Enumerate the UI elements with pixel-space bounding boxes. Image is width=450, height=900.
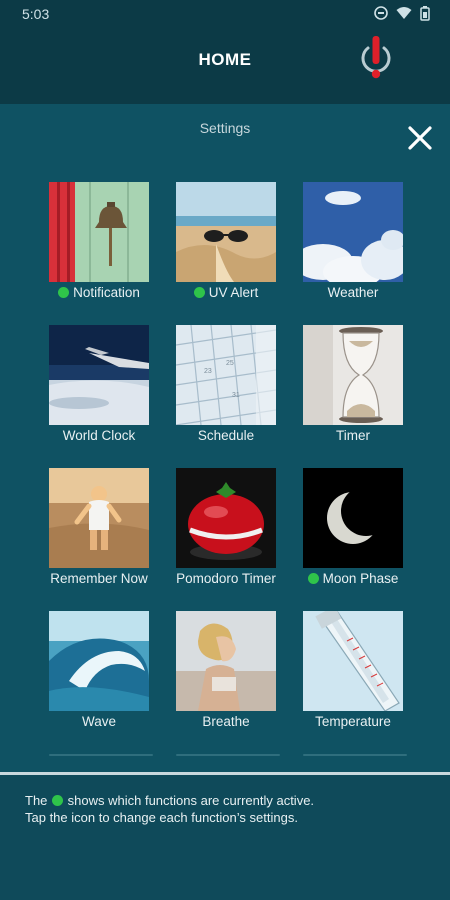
world-clock-image [49,325,149,425]
power-alert-icon [361,36,391,79]
row-divider [303,754,407,756]
close-button[interactable] [404,122,436,154]
uv-alert-image [176,182,276,282]
active-indicator-icon [52,795,64,806]
schedule-image: 23 25 31 [176,325,276,425]
timer-image [303,325,403,425]
tile-world-clock[interactable]: World Clock [39,325,159,463]
tile-label: Remember Now [50,571,148,586]
wifi-icon [396,6,412,21]
svg-text:31: 31 [232,392,240,399]
tile-notification[interactable]: Notification [39,182,159,320]
tile-wave[interactable]: Wave [39,611,159,749]
tile-label: Pomodoro Timer [176,571,276,586]
row-divider [176,754,280,756]
tile-label: Schedule [197,428,255,443]
tile-weather[interactable]: Weather [293,182,413,320]
tile-remember-now[interactable]: Remember Now [39,468,159,606]
status-icons [374,6,430,21]
tile-moon-phase[interactable]: Moon Phase [293,468,413,606]
svg-text:25: 25 [226,360,234,367]
moon-phase-image [303,468,403,568]
tile-uv-alert[interactable]: UV Alert [166,182,286,320]
remember-now-image [49,468,149,568]
active-indicator-icon [307,573,319,584]
footer-line-2: Tap the icon to change each function’s s… [25,810,298,825]
tile-label: Moon Phase [285,571,421,586]
app-header: HOME [0,28,450,104]
status-time: 5:03 [22,6,50,22]
tile-timer[interactable]: Timer [293,325,413,463]
notification-image [49,182,149,282]
tile-label: UV Alert [158,285,294,300]
tile-label: Timer [336,428,370,443]
tile-breathe[interactable]: Breathe [166,611,286,749]
tile-schedule[interactable]: 23 25 31 Schedule [166,325,286,463]
active-indicator-icon [193,287,205,298]
wave-image [49,611,149,711]
active-indicator-icon [58,287,70,298]
breathe-image [176,611,276,711]
battery-icon [420,6,430,21]
temperature-image [303,611,403,711]
settings-title: Settings [199,120,251,136]
status-bar: 5:03 [0,0,450,28]
pomodoro-timer-image [176,468,276,568]
row-divider [49,754,153,756]
tile-label: Breathe [202,714,250,729]
footer-help-text: The shows which functions are currently … [25,792,314,826]
weather-image [303,182,403,282]
do-not-disturb-icon [374,6,388,21]
svg-text:23: 23 [204,368,212,375]
footer: The shows which functions are currently … [0,775,450,900]
tile-temperature[interactable]: Temperature [293,611,413,749]
tile-label: Notification [31,285,167,300]
tile-label: Temperature [315,714,391,729]
tile-pomodoro-timer[interactable]: Pomodoro Timer [166,468,286,606]
tile-label: World Clock [62,428,136,443]
power-alert-button[interactable] [358,34,394,86]
footer-line-1: The shows which functions are currently … [25,793,315,808]
settings-panel: Settings Notification UV Alert Weather W… [0,104,450,774]
close-icon [408,126,432,150]
tile-label: Weather [327,285,379,300]
tile-label: Wave [81,714,116,729]
